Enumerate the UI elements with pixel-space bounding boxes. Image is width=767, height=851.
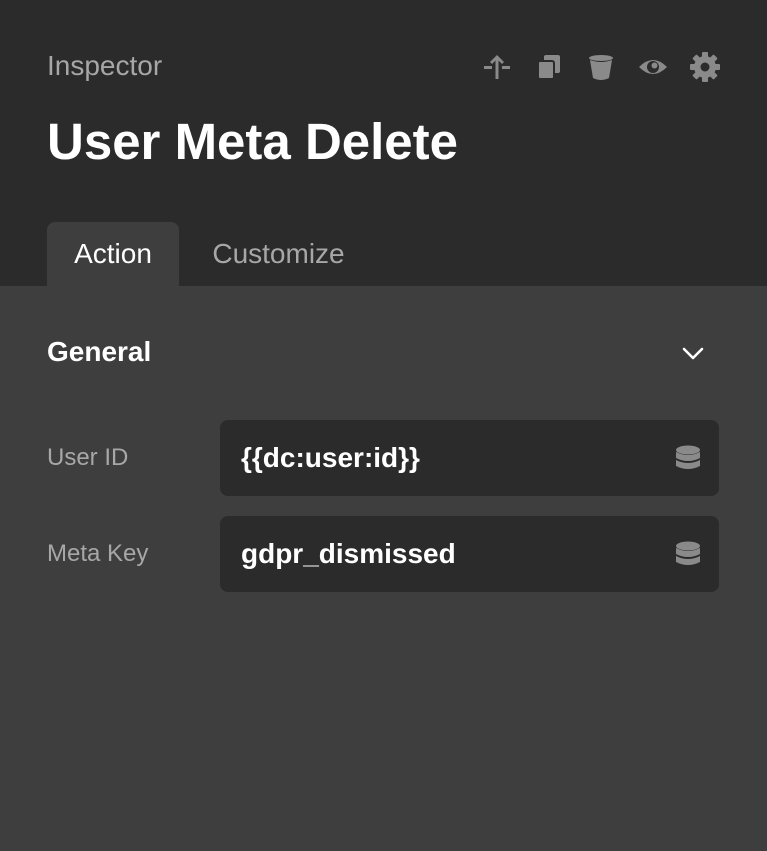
duplicate-icon[interactable]: [530, 48, 568, 86]
move-up-icon[interactable]: [478, 48, 516, 86]
database-icon[interactable]: [673, 539, 703, 569]
settings-icon[interactable]: [686, 48, 724, 86]
meta-key-label: Meta Key: [47, 540, 149, 567]
database-icon[interactable]: [673, 443, 703, 473]
tab-action[interactable]: Action: [47, 222, 179, 286]
inspector-header: Inspector User Meta Delete Action Custom…: [0, 0, 767, 286]
section-general-header[interactable]: General: [0, 316, 767, 388]
inspector-label: Inspector: [47, 50, 163, 81]
visibility-icon[interactable]: [634, 48, 672, 86]
meta-key-value: gdpr_dismissed: [241, 538, 456, 569]
user-id-label: User ID: [47, 444, 129, 471]
page-title: User Meta Delete: [47, 113, 459, 170]
user-id-input[interactable]: {{dc:user:id}}: [220, 420, 719, 496]
section-title: General: [47, 336, 152, 367]
chevron-down-icon: [682, 347, 704, 360]
user-id-value: {{dc:user:id}}: [241, 442, 420, 473]
tab-customize[interactable]: Customize: [196, 222, 361, 286]
meta-key-input[interactable]: gdpr_dismissed: [220, 516, 719, 592]
delete-icon[interactable]: [582, 48, 620, 86]
